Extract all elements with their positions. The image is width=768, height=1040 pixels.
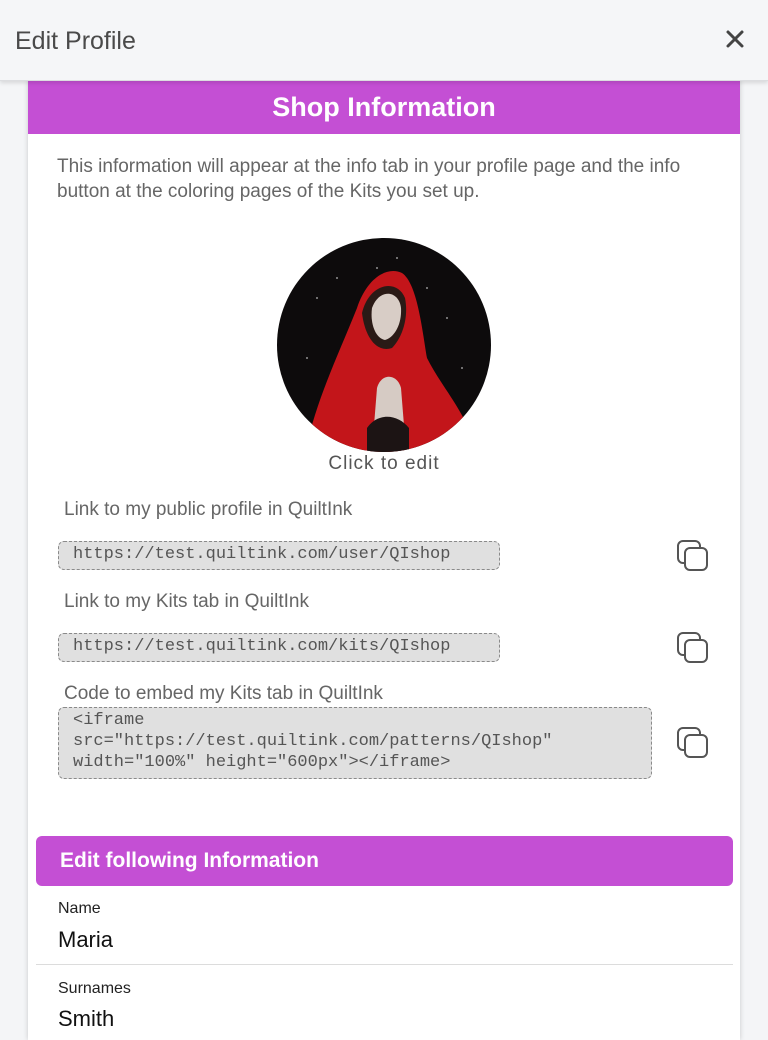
profile-card: Shop Information This information will a… [28,80,740,1040]
kits-tab-label: Link to my Kits tab in QuiltInk [64,591,309,612]
surnames-input[interactable] [58,1006,698,1032]
edit-information-header: Edit following Information [36,836,733,886]
name-label: Name [58,900,101,917]
shop-description: This information will appear at the info… [57,156,681,202]
copy-icon[interactable] [676,631,710,665]
profile-avatar[interactable] [277,238,491,452]
avatar-photo [277,238,491,452]
close-icon[interactable] [722,26,748,52]
surnames-label: Surnames [58,980,131,997]
public-profile-label: Link to my public profile in QuiltInk [64,499,353,520]
page-title: Edit Profile [15,27,136,55]
top-bar: Edit Profile [0,0,768,81]
name-input[interactable] [58,927,698,953]
kits-tab-url-box[interactable]: https://test.quiltink.com/kits/QIshop [58,633,500,662]
copy-icon[interactable] [676,726,710,760]
copy-icon[interactable] [676,539,710,573]
embed-code-box[interactable]: <iframe src="https://test.quiltink.com/p… [58,707,652,779]
shop-information-header: Shop Information [28,80,740,134]
public-profile-url-box[interactable]: https://test.quiltink.com/user/QIshop [58,541,500,570]
divider [36,964,733,965]
embed-code-label: Code to embed my Kits tab in QuiltInk [64,683,383,704]
avatar-caption: Click to edit [328,453,440,474]
